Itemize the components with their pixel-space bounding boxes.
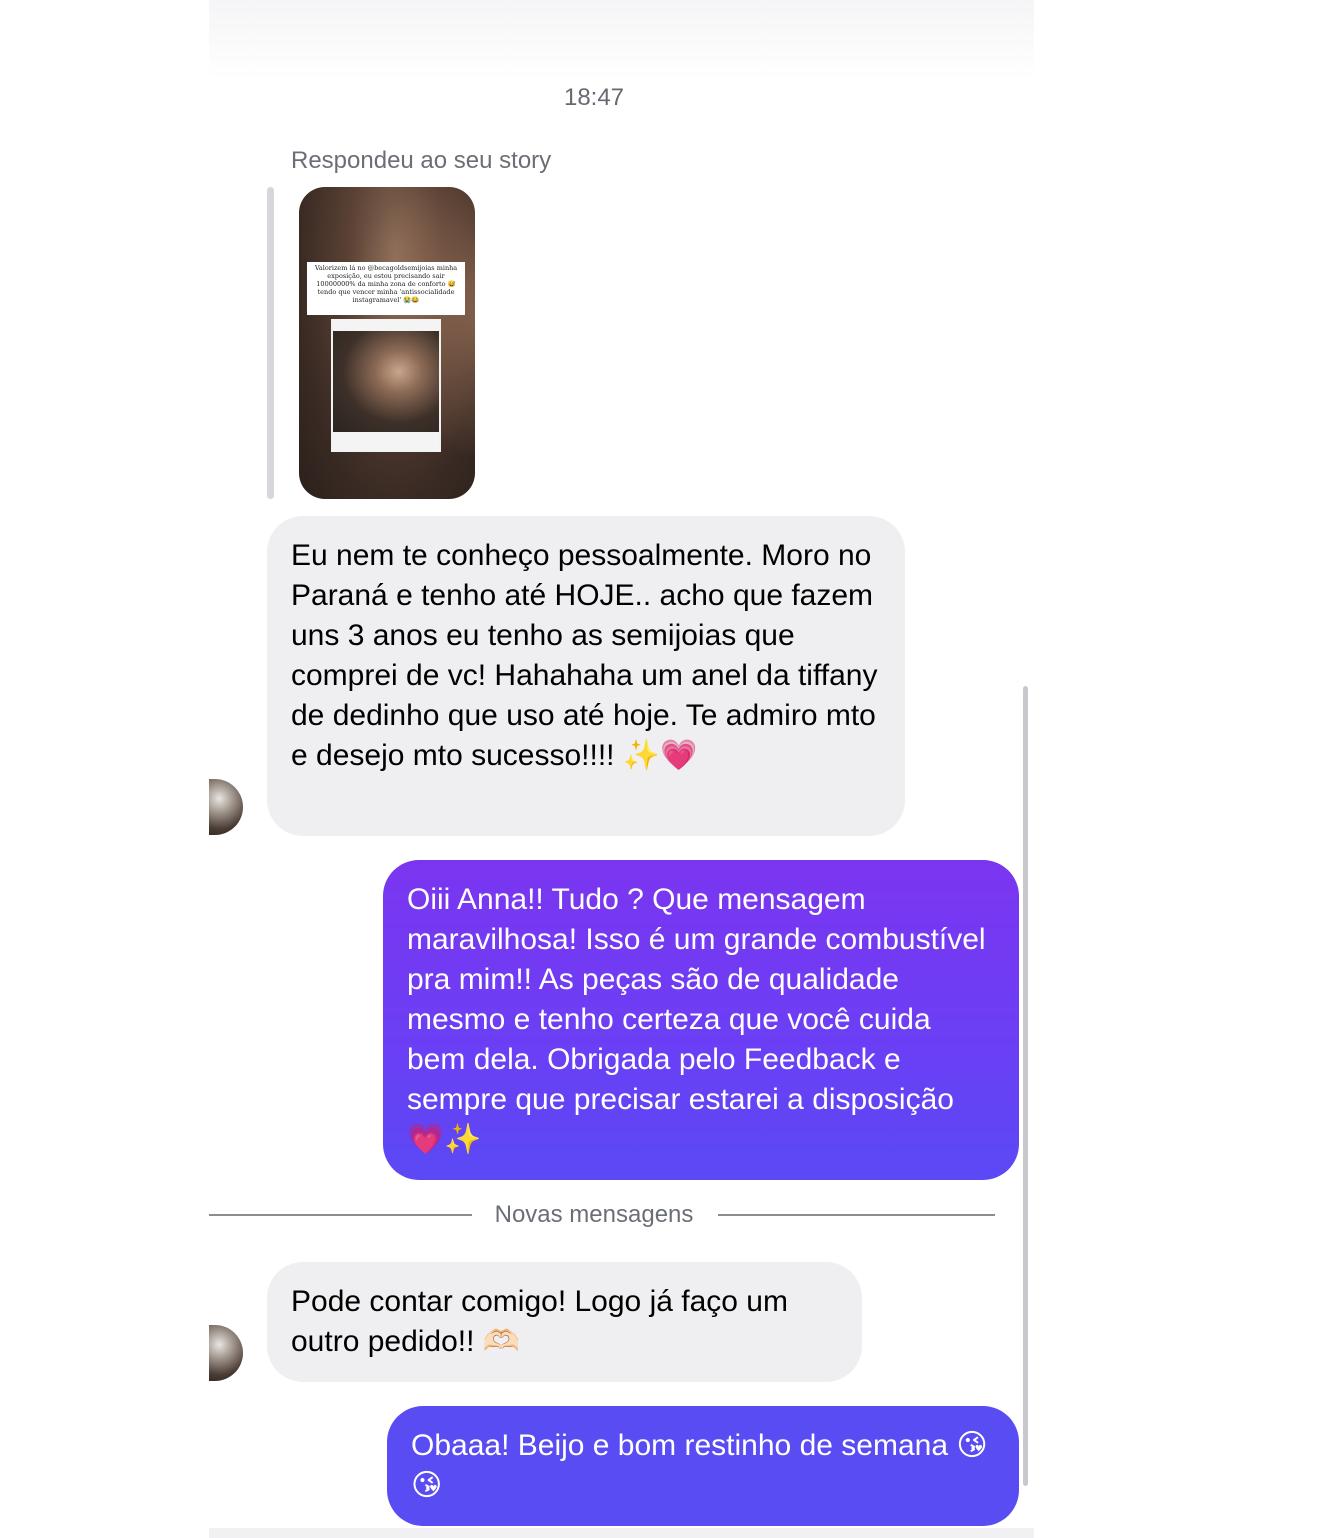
scrollbar[interactable] (1023, 686, 1028, 1486)
shared-post-header (333, 321, 439, 331)
divider-line-right (718, 1214, 995, 1216)
new-messages-divider: Novas mensagens (209, 1200, 995, 1230)
outgoing-message-bubble[interactable]: Obaaa! Beijo e bom restinho de semana 😘😘 (387, 1406, 1019, 1526)
header-fade (209, 0, 1034, 80)
incoming-message-bubble[interactable]: Eu nem te conheço pessoalmente. Moro no … (267, 516, 905, 836)
story-thumbnail[interactable]: Valorizem lá no @becagoldsemijoias minha… (299, 187, 475, 499)
composer-edge (209, 1528, 1034, 1538)
story-shared-post (331, 319, 441, 452)
message-timestamp: 18:47 (563, 84, 625, 111)
shared-post-photo (333, 331, 439, 432)
message-text: Eu nem te conheço pessoalmente. Moro no … (291, 539, 878, 772)
shared-post-footer (333, 432, 439, 450)
story-caption: Valorizem lá no @becagoldsemijoias minha… (307, 262, 465, 315)
message-text: Obaaa! Beijo e bom restinho de semana 😘😘 (411, 1429, 988, 1502)
story-reply-bar (267, 187, 274, 499)
message-text: Oiii Anna!! Tudo ? Que mensagem maravilh… (407, 883, 986, 1156)
outgoing-message-bubble[interactable]: Oiii Anna!! Tudo ? Que mensagem maravilh… (383, 860, 1019, 1180)
incoming-message-bubble[interactable]: Pode contar comigo! Logo já faço um outr… (267, 1262, 862, 1382)
story-reply-label: Respondeu ao seu story (291, 147, 552, 174)
message-text: Pode contar comigo! Logo já faço um outr… (291, 1285, 788, 1358)
